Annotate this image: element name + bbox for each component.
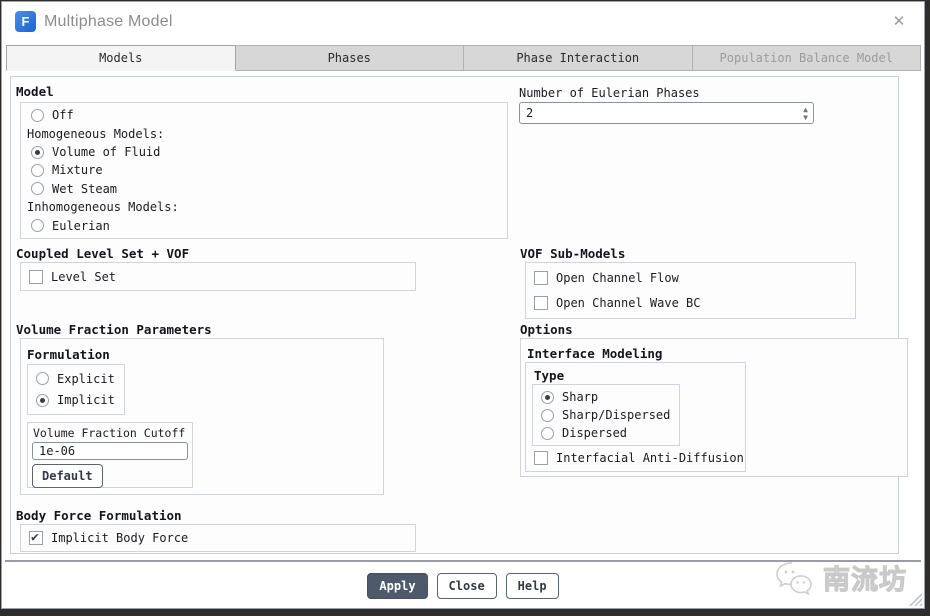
- radio-sharp-dispersed[interactable]: Sharp/Dispersed: [533, 408, 679, 422]
- default-button[interactable]: Default: [32, 464, 103, 488]
- interface-modeling-box: Type Sharp Sharp/Dispersed Dispersed Int…: [525, 362, 746, 472]
- radio-implicit[interactable]: Implicit: [28, 393, 124, 407]
- spinner-up-icon[interactable]: ▲: [803, 105, 808, 113]
- radio-icon: [541, 426, 554, 440]
- close-button[interactable]: Close: [436, 573, 497, 599]
- watermark: 南流坊: [774, 558, 907, 597]
- checkbox-icon: [534, 271, 548, 286]
- radio-icon: [31, 145, 44, 159]
- tab-phase-interaction[interactable]: Phase Interaction: [463, 45, 693, 71]
- vof-submodels-title: VOF Sub-Models: [520, 246, 626, 261]
- fluent-app-icon: F: [15, 11, 36, 32]
- multiphase-model-dialog: F Multiphase Model ✕ Models Phases Phase…: [1, 1, 925, 609]
- type-title: Type: [534, 368, 565, 383]
- radio-mixture[interactable]: Mixture: [21, 163, 507, 177]
- body-force-box: Implicit Body Force: [20, 524, 416, 552]
- apply-button[interactable]: Apply: [367, 573, 428, 599]
- homogeneous-models-label: Homogeneous Models:: [27, 126, 165, 141]
- help-button[interactable]: Help: [505, 573, 559, 599]
- options-title: Options: [520, 322, 573, 337]
- checkbox-level-set[interactable]: Level Set: [21, 263, 415, 290]
- tab-bar: Models Phases Phase Interaction Populati…: [6, 45, 921, 71]
- checkbox-open-channel-wave-bc[interactable]: Open Channel Wave BC: [526, 295, 855, 310]
- wechat-icon: [776, 561, 812, 595]
- volume-fraction-box: Formulation Explicit Implicit Volume Fra…: [20, 338, 384, 495]
- titlebar: F Multiphase Model ✕: [2, 2, 924, 44]
- model-group-title: Model: [16, 84, 54, 99]
- window-title: Multiphase Model: [44, 13, 173, 30]
- cutoff-input[interactable]: [32, 442, 188, 460]
- radio-eulerian[interactable]: Eulerian: [21, 219, 507, 233]
- watermark-text: 南流坊: [823, 565, 907, 597]
- radio-icon: [31, 182, 44, 196]
- eulerian-phases-label: Number of Eulerian Phases: [519, 86, 700, 100]
- cutoff-label: Volume Fraction Cutoff: [33, 426, 186, 440]
- radio-icon: [31, 108, 44, 122]
- eulerian-phases-input[interactable]: [520, 104, 804, 122]
- checkbox-icon: [29, 269, 43, 284]
- radio-icon: [541, 390, 554, 404]
- formulation-box: Explicit Implicit: [27, 364, 125, 415]
- resize-grip[interactable]: [906, 590, 922, 606]
- checkbox-interfacial-anti-diffusion[interactable]: Interfacial Anti-Diffusion: [526, 451, 744, 465]
- options-box: Interface Modeling Type Sharp Sharp/Disp…: [520, 338, 908, 477]
- radio-off[interactable]: Off: [21, 108, 507, 122]
- body-force-title: Body Force Formulation: [16, 508, 182, 523]
- radio-icon: [31, 219, 44, 233]
- radio-explicit[interactable]: Explicit: [28, 372, 124, 386]
- interface-modeling-title: Interface Modeling: [527, 346, 663, 361]
- checkbox-implicit-body-force[interactable]: Implicit Body Force: [21, 525, 415, 551]
- tab-models[interactable]: Models: [6, 45, 236, 71]
- cutoff-box: Volume Fraction Cutoff Default: [27, 422, 193, 488]
- volume-fraction-title: Volume Fraction Parameters: [16, 322, 212, 337]
- checkbox-icon: [534, 451, 548, 465]
- coupled-levelset-box: Level Set: [20, 262, 416, 291]
- spinner-arrows[interactable]: ▲ ▼: [803, 105, 813, 121]
- tab-population-balance-model: Population Balance Model: [691, 45, 921, 71]
- spinner-down-icon[interactable]: ▼: [803, 113, 808, 121]
- radio-volume-of-fluid[interactable]: Volume of Fluid: [21, 145, 507, 159]
- radio-icon: [36, 393, 49, 407]
- checkbox-icon: [534, 295, 548, 310]
- tab-phases[interactable]: Phases: [234, 45, 464, 71]
- eulerian-phases-spinner: ▲ ▼: [519, 102, 814, 124]
- model-group-box: Off Homogeneous Models: Volume of Fluid …: [20, 102, 508, 239]
- type-box: Sharp Sharp/Dispersed Dispersed: [532, 384, 680, 446]
- checkbox-icon: [29, 530, 43, 545]
- checkbox-open-channel-flow[interactable]: Open Channel Flow: [526, 271, 855, 286]
- radio-dispersed[interactable]: Dispersed: [533, 426, 679, 440]
- close-icon[interactable]: ✕: [888, 10, 910, 32]
- formulation-title: Formulation: [27, 347, 110, 362]
- radio-icon: [541, 408, 554, 422]
- radio-icon: [36, 372, 49, 386]
- models-tab-panel: Model Off Homogeneous Models: Volume of …: [10, 76, 908, 554]
- radio-sharp[interactable]: Sharp: [533, 390, 679, 404]
- radio-icon: [31, 163, 44, 177]
- inhomogeneous-models-label: Inhomogeneous Models:: [27, 200, 179, 215]
- coupled-levelset-title: Coupled Level Set + VOF: [16, 246, 190, 261]
- vof-submodels-box: Open Channel Flow Open Channel Wave BC: [525, 262, 856, 319]
- radio-wet-steam[interactable]: Wet Steam: [21, 182, 507, 196]
